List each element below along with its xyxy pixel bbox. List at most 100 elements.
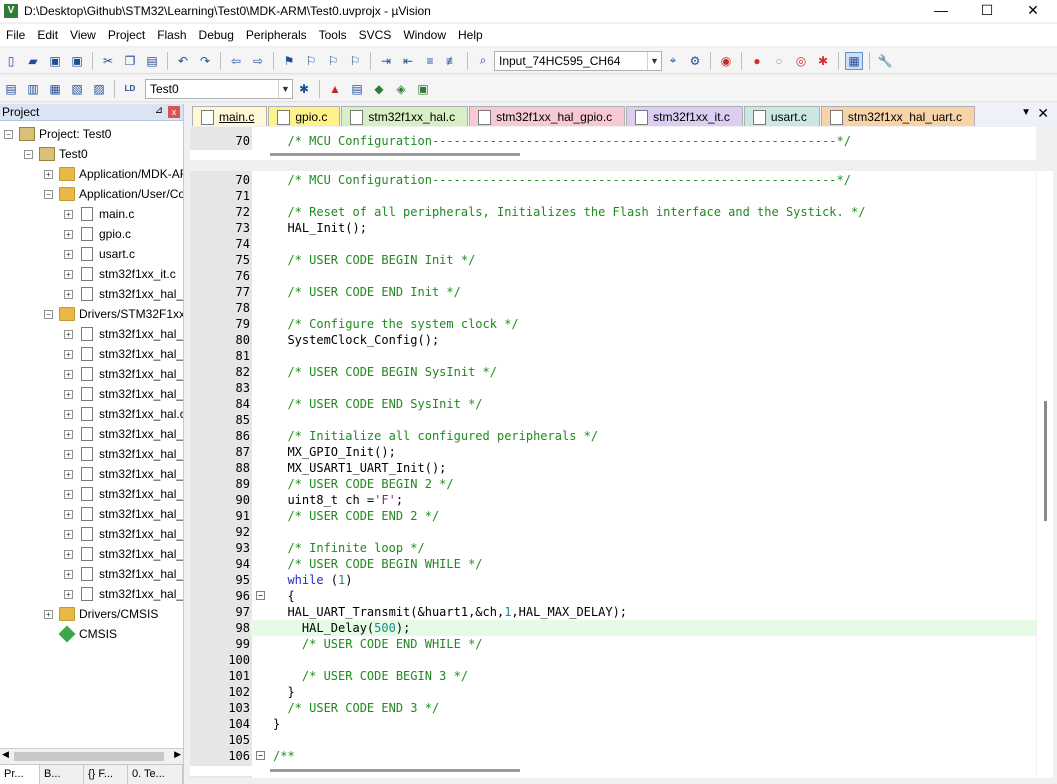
- tab-functions[interactable]: {} F...: [84, 765, 128, 784]
- tree-expander-icon[interactable]: −: [44, 309, 53, 319]
- tree-expander-icon[interactable]: +: [64, 509, 73, 519]
- insert-breakpoint-icon[interactable]: ●: [748, 52, 766, 70]
- tree-file-item[interactable]: + stm32f1xx_hal_exti.c: [64, 584, 183, 604]
- menu-tools[interactable]: Tools: [313, 24, 353, 46]
- close-button[interactable]: ✕: [1010, 0, 1056, 22]
- tree-expander-icon[interactable]: +: [64, 529, 73, 539]
- code-line[interactable]: 72 /* Reset of all peripherals, Initiali…: [190, 204, 1036, 220]
- menu-edit[interactable]: Edit: [31, 24, 64, 46]
- redo-icon[interactable]: ↷: [196, 52, 214, 70]
- code-line[interactable]: 87 MX_GPIO_Init();: [190, 444, 1036, 460]
- menu-file[interactable]: File: [0, 24, 31, 46]
- select-packs-icon[interactable]: ▣: [414, 80, 432, 98]
- tree-file-item[interactable]: + stm32f1xx_hal_tim.c: [64, 344, 183, 364]
- copy-icon[interactable]: ❐: [121, 52, 139, 70]
- bookmark-clear-icon[interactable]: ⚐: [346, 52, 364, 70]
- target-options-icon[interactable]: ✱: [295, 80, 313, 98]
- tree-file-item[interactable]: + stm32f1xx_hal_pwr.c: [64, 524, 183, 544]
- editor-tab[interactable]: stm32f1xx_hal_gpio.c: [469, 106, 626, 126]
- code-line[interactable]: 70 /* MCU Configuration-----------------…: [190, 172, 1036, 188]
- code-line[interactable]: 81: [190, 348, 1036, 364]
- scrollbar-thumb[interactable]: [270, 153, 520, 156]
- code-line[interactable]: 88 MX_USART1_UART_Init();: [190, 460, 1036, 476]
- chevron-down-icon[interactable]: ▼: [278, 79, 292, 98]
- code-editor[interactable]: 70 /* MCU Configuration-----------------…: [190, 171, 1036, 778]
- tree-item[interactable]: − Project: Test0: [4, 124, 111, 144]
- tree-file-item[interactable]: + usart.c: [64, 244, 135, 264]
- run-time-environment-icon[interactable]: ◆: [370, 80, 388, 98]
- code-line[interactable]: 91 /* USER CODE END 2 */: [190, 508, 1036, 524]
- code-line[interactable]: 96− {: [190, 588, 1036, 604]
- tree-expander-icon[interactable]: +: [64, 429, 73, 439]
- minimize-button[interactable]: —: [918, 0, 964, 22]
- disable-breakpoints-icon[interactable]: ◎: [792, 52, 810, 70]
- download-load-icon[interactable]: LD: [121, 80, 139, 98]
- editor-tab[interactable]: stm32f1xx_hal.c: [341, 106, 469, 126]
- scrollbar-thumb[interactable]: [270, 769, 520, 772]
- editor-tab[interactable]: stm32f1xx_it.c: [626, 106, 743, 126]
- tree-file-item[interactable]: + stm32f1xx_hal_rcc.c: [64, 424, 183, 444]
- target-combo[interactable]: Input_74HC595_CH64 ▼: [494, 50, 662, 71]
- open-folder-icon[interactable]: ▰: [24, 52, 42, 70]
- code-line[interactable]: 77 /* USER CODE END Init */: [190, 284, 1036, 300]
- code-line[interactable]: 95 while (1): [190, 572, 1036, 588]
- tree-file-item[interactable]: + stm32f1xx_hal_tim_ex.c: [64, 364, 183, 384]
- code-line[interactable]: 90 uint8_t ch ='F';: [190, 492, 1036, 508]
- tree-expander-icon[interactable]: −: [4, 129, 13, 139]
- find-icon[interactable]: ⚙: [686, 52, 704, 70]
- tree-folder-item[interactable]: − Application/User/Core: [44, 184, 183, 204]
- tree-expander-icon[interactable]: +: [64, 409, 73, 419]
- code-line[interactable]: 73 HAL_Init();: [190, 220, 1036, 236]
- project-panel-scrollbar[interactable]: ◀ ▶: [0, 748, 183, 764]
- tree-expander-icon[interactable]: −: [44, 189, 53, 199]
- rebuild-icon[interactable]: ▦: [46, 80, 64, 98]
- tree-expander-icon[interactable]: +: [64, 249, 73, 259]
- code-line[interactable]: 74: [190, 236, 1036, 252]
- tree-expander-icon[interactable]: +: [64, 289, 73, 299]
- fold-toggle-icon[interactable]: −: [256, 751, 265, 760]
- pack-installer-icon[interactable]: ◈: [392, 80, 410, 98]
- unindent-icon[interactable]: ⇤: [399, 52, 417, 70]
- tree-expander-icon[interactable]: +: [64, 469, 73, 479]
- navigate-forward-icon[interactable]: ⇨: [249, 52, 267, 70]
- kill-breakpoints-icon[interactable]: ✱: [814, 52, 832, 70]
- batch-build-icon[interactable]: ▧: [68, 80, 86, 98]
- comment-icon[interactable]: ≡: [421, 52, 439, 70]
- code-line[interactable]: 89 /* USER CODE BEGIN 2 */: [190, 476, 1036, 492]
- tree-expander-icon[interactable]: +: [64, 329, 73, 339]
- tree-expander-icon[interactable]: +: [64, 489, 73, 499]
- new-file-icon[interactable]: ▯: [2, 52, 20, 70]
- tree-item[interactable]: − Test0: [24, 144, 88, 164]
- tree-file-item[interactable]: + stm32f1xx_hal_dma.c: [64, 484, 183, 504]
- manage-components-icon[interactable]: ▤: [348, 80, 366, 98]
- chevron-down-icon[interactable]: ▼: [647, 51, 661, 70]
- bookmark-toggle-icon[interactable]: ⚑: [280, 52, 298, 70]
- tree-file-item[interactable]: + stm32f1xx_hal_gpio_ex.c: [64, 324, 183, 344]
- code-line[interactable]: 76: [190, 268, 1036, 284]
- cut-icon[interactable]: ✂: [99, 52, 117, 70]
- tree-expander-icon[interactable]: +: [64, 389, 73, 399]
- menu-flash[interactable]: Flash: [151, 24, 192, 46]
- tree-expander-icon[interactable]: +: [64, 449, 73, 459]
- editor-vertical-scrollbar[interactable]: [1037, 171, 1053, 778]
- tab-templates[interactable]: 0. Te...: [128, 765, 183, 784]
- code-line[interactable]: 97 HAL_UART_Transmit(&huart1,&ch,1,HAL_M…: [190, 604, 1036, 620]
- code-line[interactable]: 70 /* MCU Configuration-----------------…: [190, 133, 1036, 149]
- tree-expander-icon[interactable]: +: [44, 609, 53, 619]
- configure-icon[interactable]: 🔧: [876, 52, 894, 70]
- code-line[interactable]: 71: [190, 188, 1036, 204]
- code-line[interactable]: 94 /* USER CODE BEGIN WHILE */: [190, 556, 1036, 572]
- indent-icon[interactable]: ⇥: [377, 52, 395, 70]
- menu-peripherals[interactable]: Peripherals: [240, 24, 313, 46]
- code-line[interactable]: 92: [190, 524, 1036, 540]
- tree-file-item[interactable]: + stm32f1xx_hal.c: [64, 404, 183, 424]
- editor-tab[interactable]: gpio.c: [268, 106, 341, 126]
- menu-view[interactable]: View: [64, 24, 102, 46]
- tab-books[interactable]: B...: [40, 765, 84, 784]
- tree-expander-icon[interactable]: −: [24, 149, 33, 159]
- tree-expander-icon[interactable]: +: [64, 209, 73, 219]
- code-line[interactable]: 101 /* USER CODE BEGIN 3 */: [190, 668, 1036, 684]
- tree-file-item[interactable]: + stm32f1xx_hal_flash_ex.c: [64, 564, 183, 584]
- code-line[interactable]: 86 /* Initialize all configured peripher…: [190, 428, 1036, 444]
- code-line[interactable]: 78: [190, 300, 1036, 316]
